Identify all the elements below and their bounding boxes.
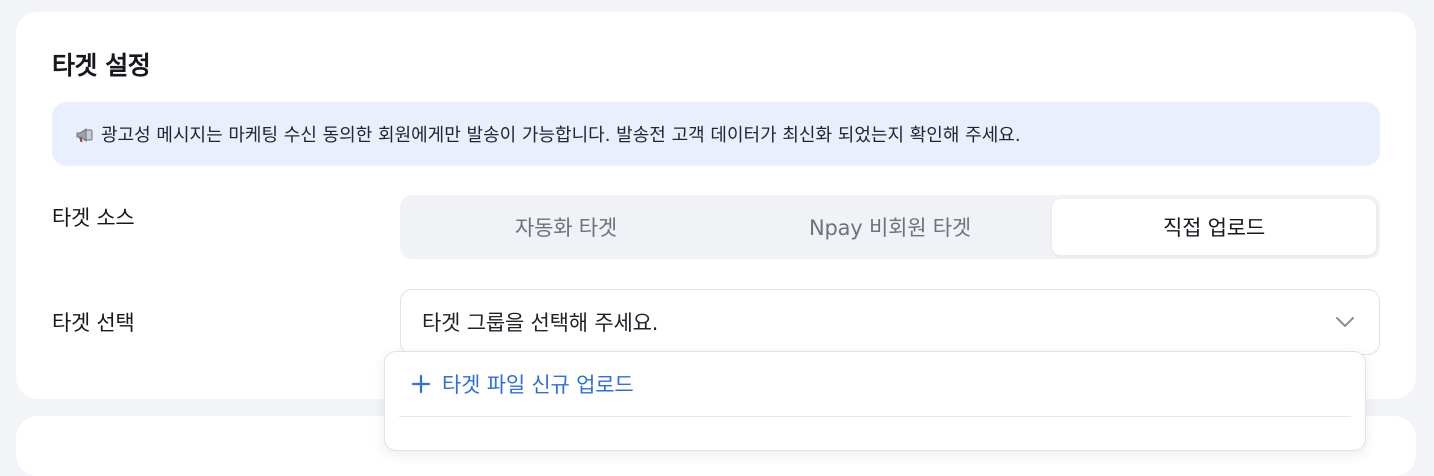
plus-icon	[411, 374, 431, 394]
chevron-down-icon	[1336, 317, 1354, 327]
target-settings-card: 타겟 설정 광고성 메시지는 마케팅 수신 동의한 회원에게만 발송이 가능합니…	[16, 12, 1416, 399]
megaphone-icon	[74, 124, 96, 146]
segment-npay-guest-target[interactable]: Npay 비회원 타겟	[728, 199, 1052, 255]
target-source-label: 타겟 소스	[52, 206, 135, 230]
target-select-label: 타겟 선택	[52, 311, 135, 335]
target-group-select[interactable]: 타겟 그룹을 선택해 주세요.	[400, 289, 1380, 355]
target-source-segmented-control: 자동화 타겟 Npay 비회원 타겟 직접 업로드	[400, 195, 1380, 259]
upload-new-target-file-button[interactable]: 타겟 파일 신규 업로드	[385, 352, 1365, 416]
section-title: 타겟 설정	[52, 51, 151, 80]
dropdown-divider	[399, 416, 1351, 417]
target-group-select-placeholder: 타겟 그룹을 선택해 주세요.	[422, 311, 659, 335]
segment-auto-target[interactable]: 자동화 타겟	[404, 199, 728, 255]
segment-direct-upload[interactable]: 직접 업로드	[1052, 199, 1376, 255]
notice-text: 광고성 메시지는 마케팅 수신 동의한 회원에게만 발송이 가능합니다. 발송전…	[101, 125, 1021, 146]
notice-banner: 광고성 메시지는 마케팅 수신 동의한 회원에게만 발송이 가능합니다. 발송전…	[52, 102, 1380, 166]
upload-new-target-file-label: 타겟 파일 신규 업로드	[442, 373, 634, 397]
target-group-dropdown: 타겟 파일 신규 업로드	[384, 351, 1366, 451]
